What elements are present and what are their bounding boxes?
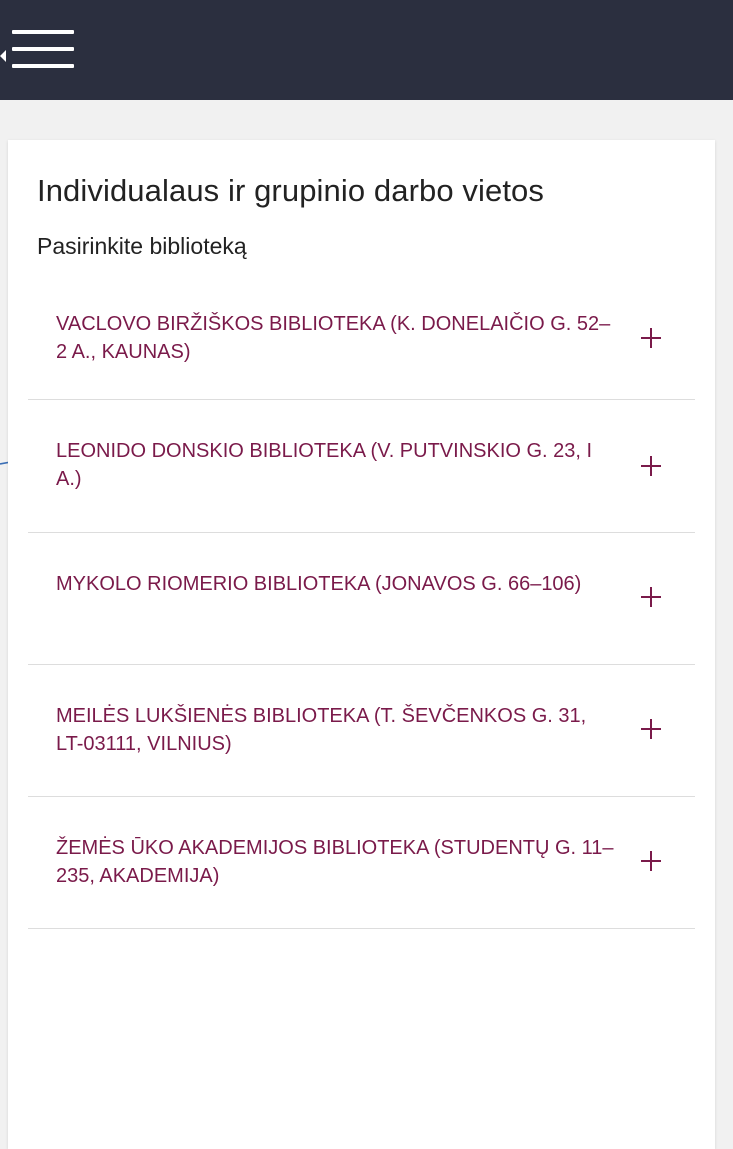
plus-icon[interactable] <box>641 328 661 348</box>
back-notch-icon <box>0 50 6 62</box>
top-navigation-bar <box>0 0 733 100</box>
library-accordion-list: VACLOVO BIRŽIŠKOS BIBLIOTEKA (K. DONELAI… <box>28 290 695 929</box>
library-item-leonido-donskio[interactable]: LEONIDO DONSKIO BIBLIOTEKA (V. PUTVINSKI… <box>28 400 695 533</box>
library-item-label[interactable]: VACLOVO BIRŽIŠKOS BIBLIOTEKA (K. DONELAI… <box>56 310 616 366</box>
hamburger-line <box>12 64 74 68</box>
plus-icon[interactable] <box>641 587 661 607</box>
library-item-meiles-luksienes[interactable]: MEILĖS LUKŠIENĖS BIBLIOTEKA (T. ŠEVČENKO… <box>28 665 695 797</box>
library-item-vaclovo-birziskos[interactable]: VACLOVO BIRŽIŠKOS BIBLIOTEKA (K. DONELAI… <box>28 290 695 400</box>
plus-icon[interactable] <box>641 851 661 871</box>
library-item-label[interactable]: ŽEMĖS ŪKO AKADEMIJOS BIBLIOTEKA (STUDENT… <box>56 834 616 890</box>
library-item-label[interactable]: MEILĖS LUKŠIENĖS BIBLIOTEKA (T. ŠEVČENKO… <box>56 702 616 758</box>
page-title: Individualaus ir grupinio darbo vietos <box>37 173 544 208</box>
plus-icon[interactable] <box>641 456 661 476</box>
hamburger-line <box>12 47 74 51</box>
plus-icon[interactable] <box>641 719 661 739</box>
libraries-card: Individualaus ir grupinio darbo vietos P… <box>8 140 715 1149</box>
hamburger-menu-icon[interactable] <box>12 28 78 72</box>
library-item-zemes-uko-akademijos[interactable]: ŽEMĖS ŪKO AKADEMIJOS BIBLIOTEKA (STUDENT… <box>28 797 695 929</box>
library-item-mykolo-riomerio[interactable]: MYKOLO RIOMERIO BIBLIOTEKA (JONAVOS G. 6… <box>28 533 695 665</box>
library-item-label[interactable]: MYKOLO RIOMERIO BIBLIOTEKA (JONAVOS G. 6… <box>56 570 616 598</box>
hamburger-line <box>12 30 74 34</box>
page-subtitle: Pasirinkite biblioteką <box>37 233 247 259</box>
library-item-label[interactable]: LEONIDO DONSKIO BIBLIOTEKA (V. PUTVINSKI… <box>56 437 616 493</box>
